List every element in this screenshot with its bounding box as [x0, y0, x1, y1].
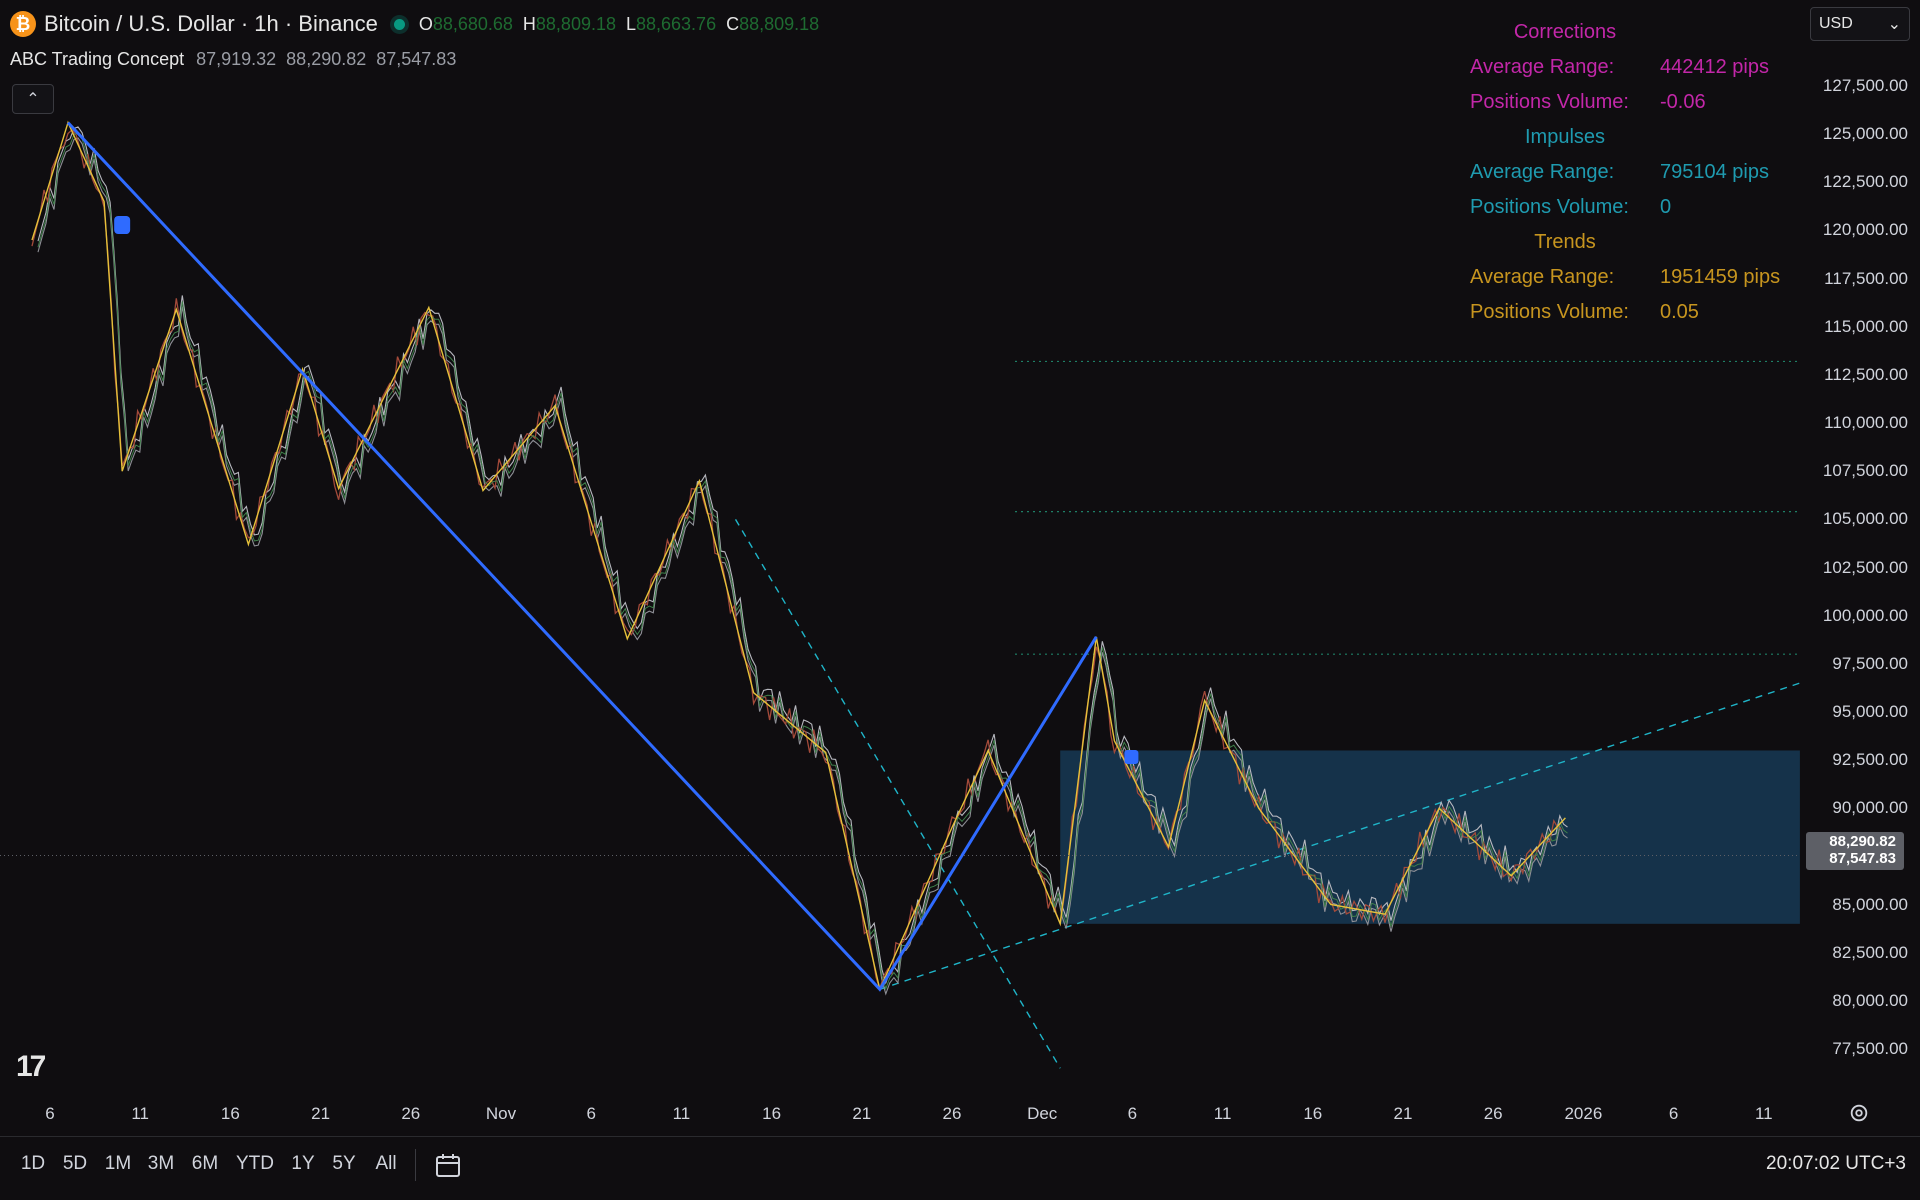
time-tick-label: 11	[672, 1104, 691, 1123]
entry-marker	[1124, 750, 1139, 764]
high-price-label: 88,290.82	[1829, 833, 1896, 850]
toolbar-divider	[415, 1149, 416, 1181]
price-tick-label: 77,500.00	[1832, 1039, 1908, 1058]
symbol-row[interactable]: ₿ Bitcoin / U.S. Dollar · 1h · Binance O…	[10, 10, 829, 38]
time-tick-label: 16	[762, 1104, 782, 1123]
time-tick-label: 6	[586, 1104, 596, 1123]
symbol-title[interactable]: Bitcoin / U.S. Dollar · 1h · Binance	[44, 11, 378, 37]
time-tick-label: 2026	[1564, 1104, 1603, 1123]
range-ytd-button[interactable]: YTD	[236, 1153, 274, 1175]
price-tick-label: 117,500.00	[1824, 268, 1908, 288]
trends-avg-range: Average Range: 1951459 pips	[1470, 266, 1781, 288]
price-tick-label: 80,000.00	[1832, 990, 1908, 1010]
last-price-label: 88,290.82 87,547.83	[1806, 832, 1904, 870]
price-tick-label: 102,500.00	[1822, 557, 1908, 577]
time-tick-label: 26	[1483, 1104, 1503, 1123]
ohlc-low: L88,663.76	[625, 13, 717, 34]
price-tick-label: 90,000.00	[1832, 798, 1908, 818]
market-status-icon	[393, 18, 405, 30]
impulses-title: Impulses	[1524, 126, 1606, 148]
time-tick-label: Dec	[1027, 1104, 1058, 1123]
current-price-label: 87,547.83	[1829, 850, 1896, 867]
trends-title: Trends	[1534, 231, 1596, 253]
price-tick-label: 120,000.00	[1822, 220, 1908, 240]
chart-header: ₿ Bitcoin / U.S. Dollar · 1h · Binance O…	[10, 10, 829, 74]
impulses-volume: Positions Volume: 0	[1470, 196, 1672, 218]
time-tick-label: 6	[1668, 1104, 1679, 1123]
time-tick-label: 26	[401, 1104, 421, 1123]
range-5d-button[interactable]: 5D	[63, 1153, 87, 1175]
clock[interactable]: 20:07:02 UTC+3	[1766, 1153, 1906, 1175]
indicator-row[interactable]: ABC Trading Concept 87,919.32 88,290.82 …	[10, 44, 829, 74]
price-tick-label: 127,500.00	[1822, 76, 1908, 95]
price-tick-label: 97,500.00	[1832, 653, 1908, 673]
bitcoin-icon: ₿	[10, 11, 36, 37]
price-tick-label: 107,500.00	[1822, 461, 1908, 481]
impulses-avg-range: Average Range: 795104 pips	[1470, 161, 1769, 183]
stats-panel: Corrections Average Range: 442412 pips Po…	[1470, 18, 1800, 333]
range-1y-button[interactable]: 1Y	[291, 1153, 314, 1175]
time-tick-label: 11	[1754, 1104, 1773, 1123]
indicator-value: 88,290.82	[286, 48, 367, 69]
price-tick-label: 122,500.00	[1822, 172, 1908, 192]
time-tick-label: 16	[220, 1104, 240, 1123]
chevron-down-icon: ⌄	[1887, 16, 1901, 33]
currency-label: USD	[1819, 15, 1853, 32]
chevron-up-icon: ⌃	[26, 91, 40, 108]
time-tick-label: 21	[311, 1104, 331, 1123]
bottom-toolbar: 1D 5D 1M 3M 6M YTD 1Y 5Y All 20:07:02 UT…	[0, 1136, 1920, 1193]
price-tick-label: 85,000.00	[1832, 894, 1908, 914]
time-tick-label: 11	[131, 1104, 150, 1123]
price-tick-label: 112,500.00	[1824, 364, 1908, 384]
price-tick-label: 105,000.00	[1822, 509, 1908, 529]
time-tick-label: 6	[1127, 1104, 1138, 1123]
price-tick-label: 92,500.00	[1832, 750, 1908, 770]
corrections-avg-range: Average Range: 442412 pips	[1470, 56, 1769, 78]
range-5y-button[interactable]: 5Y	[332, 1153, 355, 1175]
time-tick-label: Nov	[485, 1104, 517, 1123]
entry-marker	[114, 216, 131, 234]
price-tick-label: 95,000.00	[1832, 701, 1908, 721]
corrections-title: Corrections	[1513, 21, 1617, 43]
indicator-name[interactable]: ABC Trading Concept	[10, 49, 184, 70]
range-all-button[interactable]: All	[375, 1153, 396, 1175]
time-tick-label: 11	[1213, 1104, 1232, 1123]
range-1d-button[interactable]: 1D	[21, 1153, 45, 1175]
range-6m-button[interactable]: 6M	[192, 1153, 218, 1175]
ohlc-open: O88,680.68	[418, 13, 513, 34]
price-tick-label: 115,000.00	[1824, 316, 1908, 336]
indicator-value: 87,919.32	[196, 48, 277, 69]
corrections-volume: Positions Volume: -0.06	[1470, 91, 1706, 113]
range-3m-button[interactable]: 3M	[148, 1153, 174, 1175]
range-1m-button[interactable]: 1M	[105, 1153, 131, 1175]
ohlc-close: C88,809.18	[726, 13, 820, 34]
price-tick-label: 110,000.00	[1824, 413, 1908, 433]
calendar-goto-icon[interactable]	[434, 1151, 462, 1179]
time-tick-label: 21	[1393, 1104, 1413, 1123]
tradingview-logo[interactable]: 17	[16, 1050, 46, 1084]
price-tick-label: 100,000.00	[1822, 605, 1908, 625]
gear-icon[interactable]	[1848, 1102, 1870, 1124]
collapse-legend-button[interactable]: ⌃	[12, 84, 54, 114]
indicator-value: 87,547.83	[376, 48, 457, 69]
price-tick-label: 82,500.00	[1832, 942, 1908, 962]
time-tick-label: 21	[852, 1104, 872, 1123]
currency-select[interactable]: USD ⌄	[1810, 7, 1910, 41]
time-tick-label: 6	[45, 1104, 55, 1123]
time-tick-label: 26	[942, 1104, 962, 1123]
time-tick-label: 16	[1303, 1104, 1323, 1123]
trends-volume: Positions Volume: 0.05	[1470, 301, 1699, 323]
price-tick-label: 125,000.00	[1822, 124, 1908, 144]
ohlc-high: H88,809.18	[522, 13, 616, 34]
